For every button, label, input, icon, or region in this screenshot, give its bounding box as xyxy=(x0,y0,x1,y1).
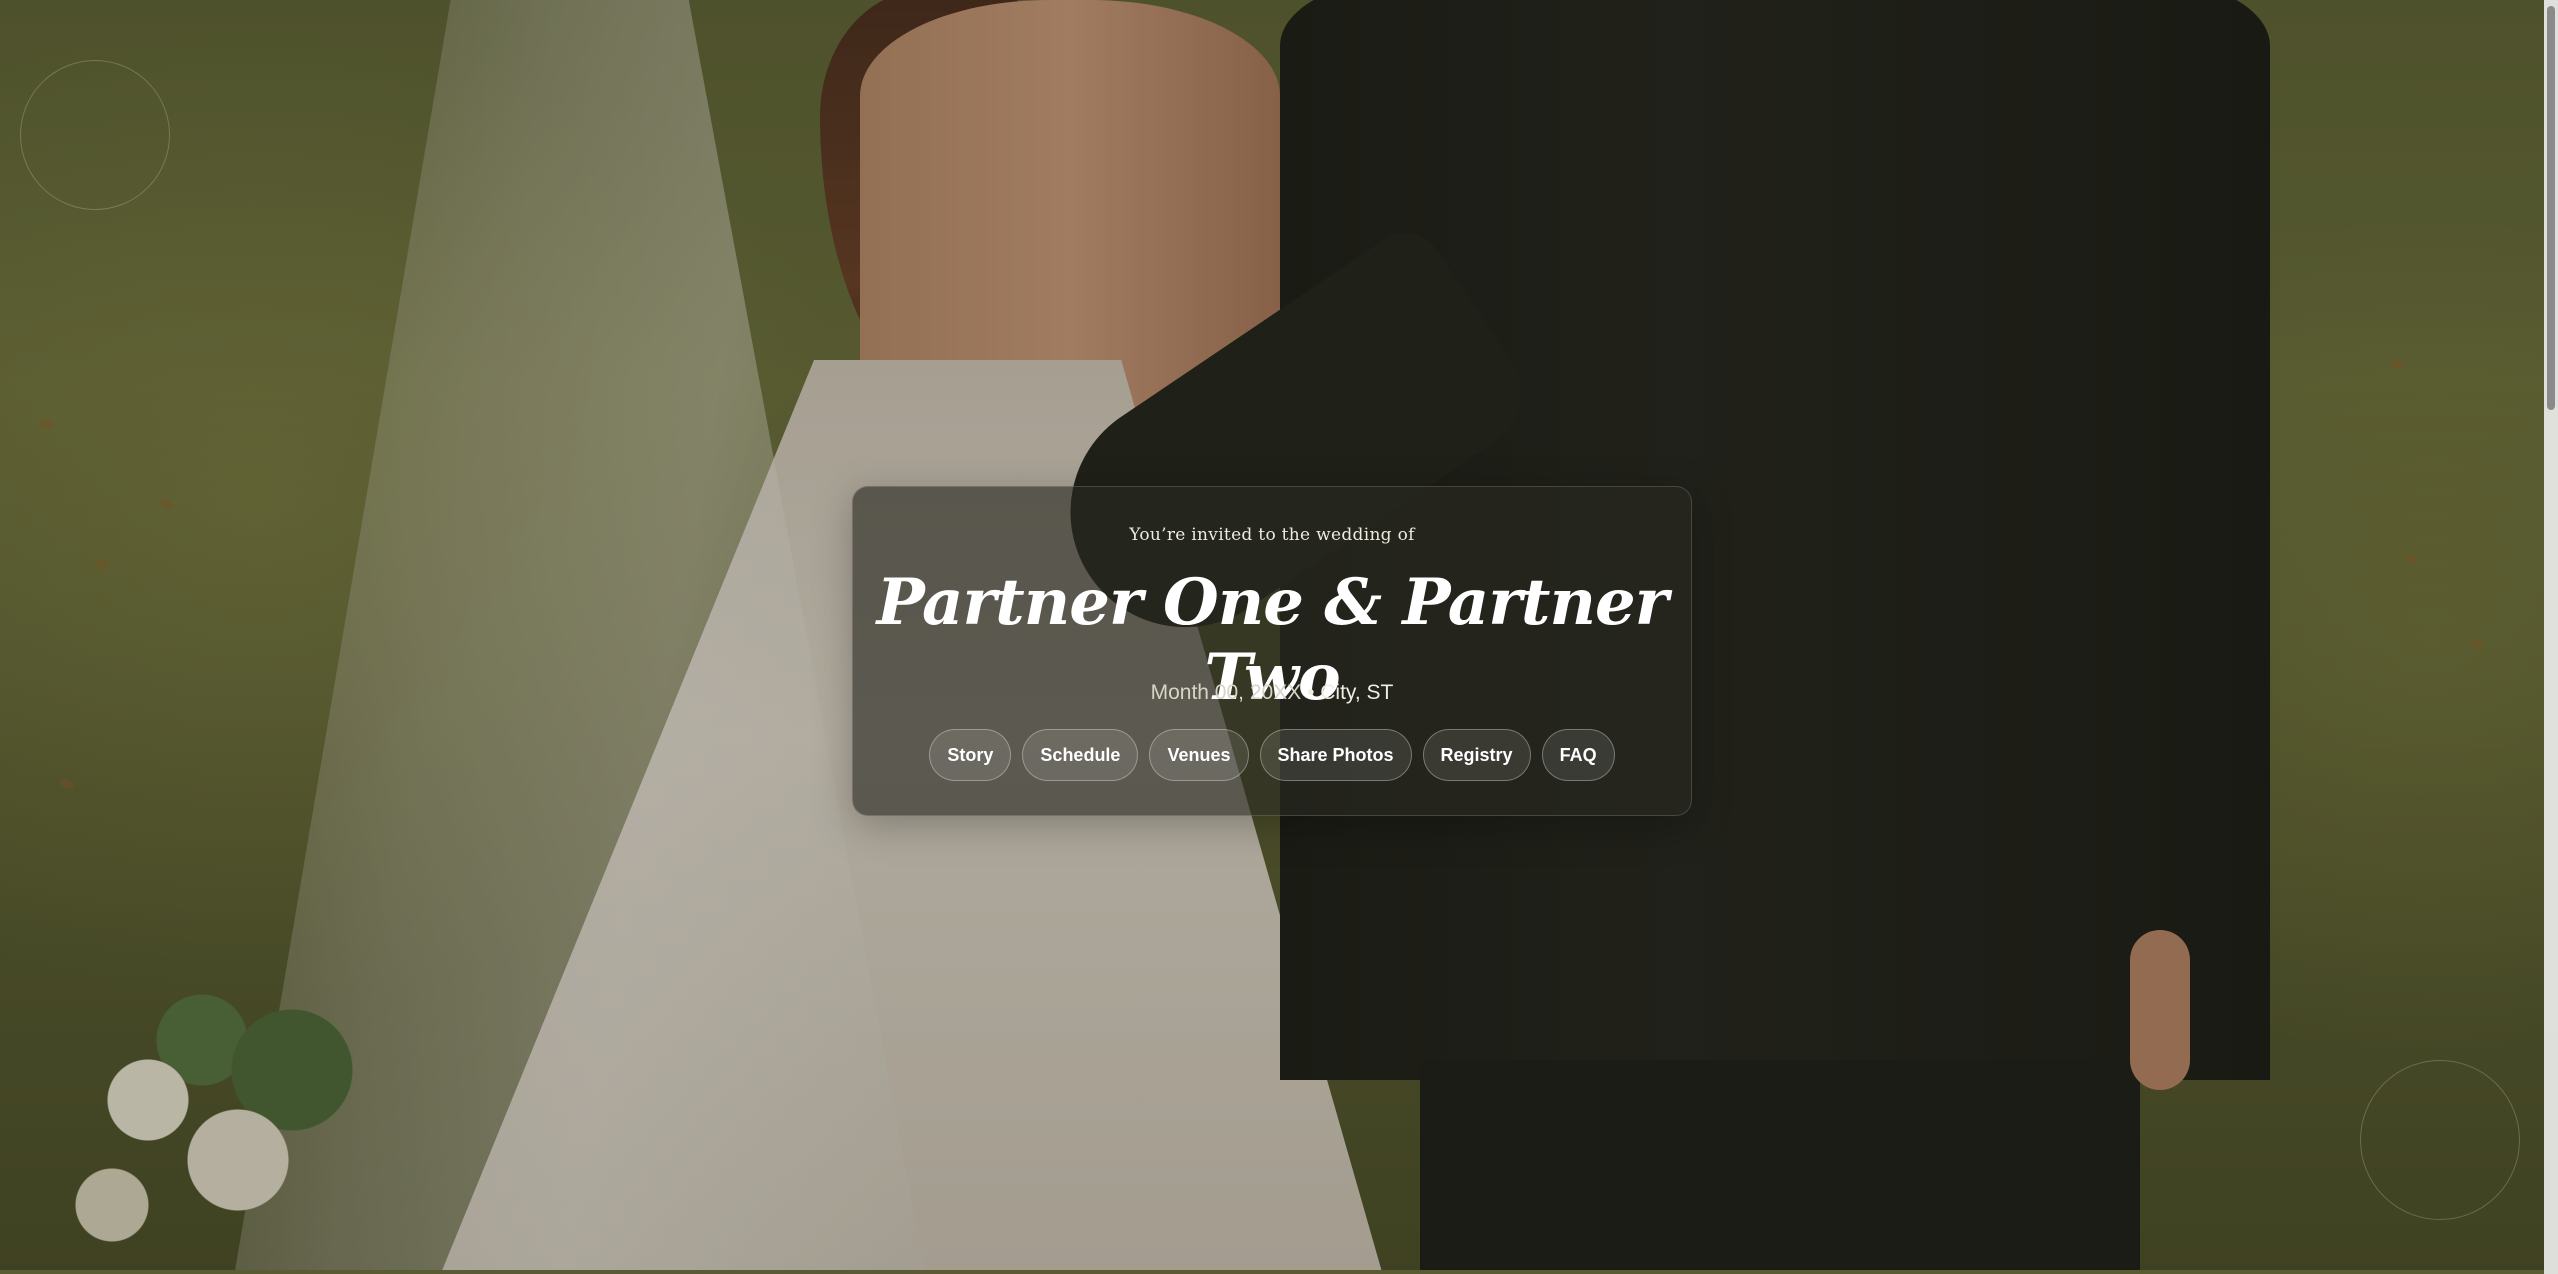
nav-schedule-button[interactable]: Schedule xyxy=(1022,729,1139,781)
hero-card: You’re invited to the wedding of Partner… xyxy=(852,486,1692,816)
event-date: Month 00, 20XX xyxy=(1150,681,1302,704)
event-details: Month 00, 20XX • City, ST xyxy=(853,681,1691,705)
invite-line: You’re invited to the wedding of xyxy=(1129,525,1415,545)
details-separator: • xyxy=(1307,681,1315,704)
page-bottom-edge xyxy=(0,1270,2544,1274)
nav-story-button[interactable]: Story xyxy=(929,729,1012,781)
decorative-flourish-icon xyxy=(2360,1060,2520,1220)
section-nav: Story Schedule Venues Share Photos Regis… xyxy=(853,729,1691,781)
nav-registry-button[interactable]: Registry xyxy=(1422,729,1531,781)
event-location: City, ST xyxy=(1320,681,1394,704)
page-viewport: You’re invited to the wedding of Partner… xyxy=(0,0,2558,1274)
nav-venues-button[interactable]: Venues xyxy=(1149,729,1249,781)
vertical-scrollbar[interactable] xyxy=(2544,0,2558,1274)
nav-share-photos-button[interactable]: Share Photos xyxy=(1259,729,1412,781)
nav-faq-button[interactable]: FAQ xyxy=(1541,729,1615,781)
scrollbar-thumb[interactable] xyxy=(2547,6,2555,410)
decorative-flourish-icon xyxy=(20,60,170,210)
